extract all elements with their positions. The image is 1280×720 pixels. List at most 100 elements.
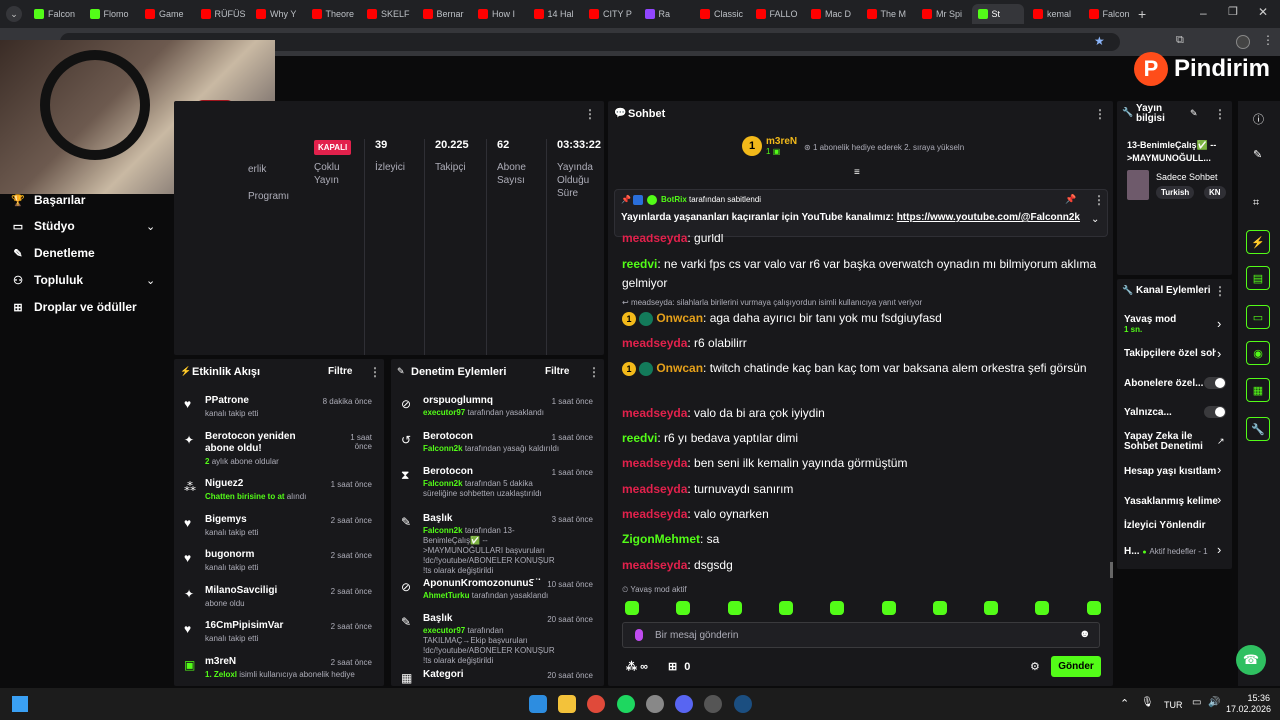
chat-username[interactable]: reedvi (622, 431, 657, 445)
chat-message[interactable]: meadseyda: valo oynarken (622, 505, 1102, 524)
account-age-setting[interactable]: Hesap yaşı kısıtlama (1124, 466, 1216, 477)
chat-username[interactable]: meadseyda (622, 507, 687, 521)
chat-username[interactable]: meadseyda (622, 406, 687, 420)
pinned-menu-icon[interactable]: ⋮ (1093, 193, 1105, 207)
tag-kn[interactable]: KN (1204, 186, 1226, 199)
tray-network-icon[interactable]: ▭ (1192, 697, 1201, 708)
emote-icon[interactable] (1086, 601, 1101, 615)
emote-icon[interactable] (625, 601, 639, 615)
nav-denetleme[interactable]: ✎ Denetleme (12, 246, 94, 260)
moderation-actor[interactable]: executor97 (423, 626, 465, 635)
browser-tab[interactable]: St (971, 4, 1024, 24)
start-menu-icon[interactable] (529, 695, 547, 713)
chat-username[interactable]: meadseyda (622, 482, 687, 496)
chevron-down-icon[interactable]: ⌄ (1091, 214, 1099, 225)
emote-icon[interactable] (881, 601, 896, 615)
browser-tab[interactable]: Why Y (250, 4, 303, 24)
chevron-right-icon[interactable]: › (1217, 346, 1221, 361)
subs-only-toggle[interactable] (1204, 377, 1226, 389)
browser-tab[interactable]: How I (472, 4, 525, 24)
multistream-stat[interactable]: KAPALI Çoklu Yayın (314, 139, 356, 187)
tray-clock[interactable]: 15:36 17.02.2026 (1226, 693, 1271, 715)
moderation-actor[interactable]: Falconn2k (423, 479, 463, 488)
activity-item[interactable]: ♥ PPatrone kanalı takip etti 8 dakika önce (174, 395, 380, 429)
chat-message[interactable]: 1 Onwcan: twitch chatinde kaç ban kaç to… (622, 359, 1102, 378)
browser-tab[interactable]: CITY P (583, 4, 636, 24)
activity-filter-button[interactable]: Filtre (328, 366, 352, 377)
emote-icon[interactable] (932, 601, 947, 615)
channel-actions-menu-icon[interactable]: ⋮ (1214, 284, 1226, 298)
chrome-icon[interactable] (587, 695, 605, 713)
support-button[interactable]: ☎ (1236, 645, 1266, 675)
emoji-icon[interactable]: ☻ (1079, 628, 1091, 640)
nav-droplar[interactable]: ⊞ Droplar ve ödüller (12, 300, 136, 314)
tag-turkish[interactable]: Turkish (1156, 186, 1195, 199)
activity-item[interactable]: ✦ Berotocon yeniden abone oldu! 2 aylık ab… (174, 431, 380, 466)
extensions-icon[interactable]: ⧉ (1176, 34, 1184, 47)
browser-tab[interactable]: Mr Spi (916, 4, 969, 24)
xbox-icon[interactable] (704, 695, 722, 713)
chat-menu-icon[interactable]: ⋮ (1094, 107, 1106, 121)
activity-item[interactable]: ♥ Bigemys kanalı takip etti 2 saat önce (174, 514, 380, 548)
chat-username[interactable]: Onwcan (656, 311, 703, 325)
goals-setting[interactable]: H... ● Aktif hedefler - 1 (1124, 546, 1208, 557)
activity-item[interactable]: ▣ m3reN 1. Zeloxl isimli kullanıcıya abone… (174, 656, 380, 686)
browser-tab[interactable]: 14 Hal (528, 4, 581, 24)
emote-icon[interactable] (676, 601, 691, 615)
pinned-link[interactable]: https://www.youtube.com/@Falconn2k (897, 212, 1080, 223)
emote-icon[interactable] (830, 601, 845, 615)
browser-tab[interactable]: Bernar (417, 4, 470, 24)
chat-username[interactable]: ZigonMehmet (622, 532, 700, 546)
chat-message[interactable]: ZigonMehmet: sa (622, 530, 1102, 549)
activity-item[interactable]: ♥ 16CmPipisimVar kanalı takip etti 2 saat ö… (174, 620, 380, 654)
browser-tab[interactable]: Falcon (1083, 4, 1136, 24)
browser-tab[interactable]: FALLO (750, 4, 803, 24)
chat-message[interactable]: reedvi: r6 yı bedava yaptılar dimi (622, 429, 1102, 448)
steam-icon[interactable] (734, 695, 752, 713)
bookmark-star-icon[interactable]: ★ (1094, 34, 1105, 48)
activity-item[interactable]: ♥ bugonorm kanalı takip etti 2 saat önce (174, 549, 380, 583)
tray-mic-icon[interactable]: 🎙 (1141, 697, 1154, 708)
chat-message[interactable]: reedvi: ne varki fps cs var valo var r6 … (622, 255, 1102, 293)
browser-tab[interactable]: Falcon (28, 4, 81, 24)
activity-menu-icon[interactable]: ⋮ (369, 365, 381, 379)
crop-icon[interactable]: ⌗ (1253, 197, 1259, 210)
browser-tab[interactable]: Classic (694, 4, 747, 24)
spotify-icon[interactable] (617, 695, 635, 713)
moderation-actor[interactable]: Falconn2k (423, 444, 463, 453)
obs-icon[interactable] (646, 695, 664, 713)
document-icon[interactable]: ▤ (1246, 266, 1270, 290)
moderation-actor[interactable]: Falconn2k (423, 526, 463, 535)
browser-tab[interactable]: The M (861, 4, 914, 24)
external-link-icon[interactable]: ↗ (1217, 436, 1225, 447)
chat-username[interactable]: meadseyda (622, 336, 687, 350)
discord-icon[interactable] (675, 695, 693, 713)
file-explorer-icon[interactable] (558, 695, 576, 713)
moderation-filter-button[interactable]: Filtre (545, 366, 569, 377)
chat-message[interactable]: meadseyda: r6 olabilirr (622, 334, 1102, 353)
tray-chevron-icon[interactable]: ⌃ (1120, 697, 1129, 710)
chevron-right-icon[interactable]: › (1217, 492, 1221, 507)
drops-counter[interactable]: ⁂ ∞ (626, 660, 648, 673)
browser-tab[interactable]: Ra (639, 4, 692, 24)
moderation-menu-icon[interactable]: ⋮ (588, 365, 600, 379)
chat-settings-icon[interactable]: ⚙ (1030, 660, 1040, 673)
top-gifter[interactable]: 1 m3reN 1 ▣ (742, 136, 797, 156)
browser-tab[interactable]: Game (139, 4, 192, 24)
minimize-button[interactable]: – (1200, 6, 1207, 20)
banned-words-setting[interactable]: Yasaklanmış kelime (1124, 496, 1218, 507)
only-toggle[interactable] (1204, 406, 1226, 418)
chat-message[interactable]: meadseyda: ben seni ilk kemalin yayında … (622, 454, 1102, 473)
activity-item[interactable]: ⁂ Niguez2 Chatten birisine to at alındı 1 s… (174, 478, 380, 512)
chevron-down-icon[interactable]: ⌄ (146, 274, 155, 287)
ai-moderation-setting[interactable]: Yapay Zeka ile Sohbet Denetimi (1124, 432, 1210, 452)
chat-username[interactable]: meadseyda (622, 456, 687, 470)
tray-volume-icon[interactable]: 🔊 (1208, 697, 1220, 708)
unpin-icon[interactable]: 📌 (1065, 194, 1076, 205)
chat-input[interactable]: Bir mesaj gönderin ☻ (622, 622, 1100, 648)
browser-tab[interactable]: Flomo (84, 4, 137, 24)
chevron-right-icon[interactable]: › (1217, 462, 1221, 477)
tab-search-button[interactable]: ⌄ (6, 6, 22, 22)
maximize-button[interactable]: ❐ (1228, 5, 1238, 18)
pinned-expand-icon[interactable]: ≡ (854, 167, 860, 178)
